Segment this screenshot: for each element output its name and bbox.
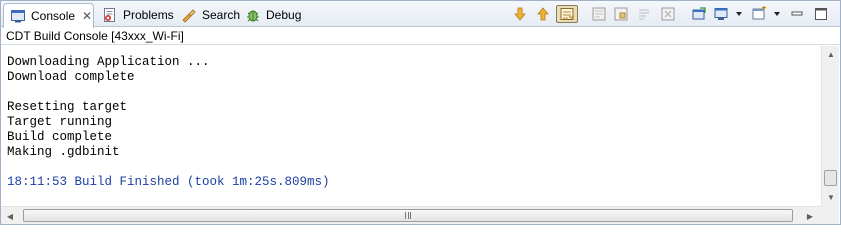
console-view: Console ✕ Problems Search Debug CDT Buil…: [0, 0, 841, 225]
console-line: Making .gdbinit: [7, 145, 120, 159]
word-wrap-icon: [639, 9, 649, 20]
new-console-button[interactable]: [749, 5, 769, 23]
scroll-right-arrow-icon[interactable]: ▶: [801, 207, 819, 225]
remove-launch-icon: [661, 7, 675, 21]
maximize-icon: [815, 8, 827, 20]
tab-problems[interactable]: Problems: [96, 3, 180, 27]
console-output[interactable]: Downloading Application ... Download com…: [1, 46, 821, 206]
scroll-down-arrow-icon[interactable]: ▼: [822, 189, 840, 206]
scrollbar-corner: [821, 206, 839, 224]
clear-console-button[interactable]: [589, 5, 609, 23]
tab-search[interactable]: Search: [175, 3, 246, 27]
minimize-icon: [791, 11, 803, 16]
pin-console-button[interactable]: [611, 5, 631, 23]
console-line: Build complete: [7, 130, 113, 144]
scroll-lock-button[interactable]: [556, 5, 578, 23]
minimize-button[interactable]: [787, 5, 807, 23]
tab-label: Console: [31, 9, 76, 23]
build-finished-line: 18:11:53 Build Finished (took 1m:25s.809…: [7, 175, 330, 189]
vertical-scrollbar[interactable]: ▲ ▼: [821, 46, 839, 206]
open-console-icon: [692, 7, 706, 20]
tab-debug[interactable]: Debug: [239, 3, 307, 27]
vertical-scroll-thumb[interactable]: [824, 170, 837, 186]
clear-console-icon: [592, 7, 606, 21]
debug-icon: [245, 7, 261, 23]
scroll-up-icon: [537, 7, 549, 21]
scroll-up-button[interactable]: [533, 5, 553, 23]
scroll-up-arrow-icon[interactable]: ▲: [822, 46, 840, 63]
chevron-down-icon: [735, 12, 742, 16]
display-console-icon: [714, 8, 728, 20]
open-console-button[interactable]: [689, 5, 709, 23]
tab-console[interactable]: Console ✕: [3, 3, 94, 28]
search-icon: [181, 7, 197, 23]
display-console-dropdown[interactable]: [734, 5, 743, 23]
console-line: Target running: [7, 115, 113, 129]
view-tab-bar: Console ✕ Problems Search Debug: [1, 1, 840, 28]
scroll-lock-icon: [560, 8, 574, 20]
tab-label: Debug: [266, 8, 302, 22]
console-line: Downloading Application ...: [7, 55, 210, 69]
maximize-button[interactable]: [811, 5, 831, 23]
close-icon[interactable]: ✕: [82, 10, 92, 22]
pin-console-icon: [614, 7, 628, 21]
chevron-down-icon: [773, 12, 780, 16]
new-console-icon: [752, 6, 767, 20]
word-wrap-button[interactable]: [634, 5, 654, 23]
tab-label: Problems: [123, 8, 174, 22]
console-title: CDT Build Console [43xxx_Wi-Fi]: [1, 27, 840, 45]
tab-label: Search: [202, 8, 241, 22]
new-console-dropdown[interactable]: [772, 5, 781, 23]
console-line: Download complete: [7, 70, 135, 84]
scroll-down-button[interactable]: [510, 5, 530, 23]
horizontal-scrollbar[interactable]: ◀ ▶: [1, 206, 839, 224]
console-icon: [10, 8, 26, 24]
remove-launch-button[interactable]: [658, 5, 678, 23]
horizontal-scroll-thumb[interactable]: [23, 209, 793, 222]
problems-icon: [102, 7, 118, 23]
console-line: Resetting target: [7, 100, 128, 114]
grip-icon: [405, 212, 411, 219]
scroll-down-icon: [514, 7, 526, 21]
scroll-left-arrow-icon[interactable]: ◀: [1, 207, 19, 225]
display-console-button[interactable]: [711, 5, 731, 23]
